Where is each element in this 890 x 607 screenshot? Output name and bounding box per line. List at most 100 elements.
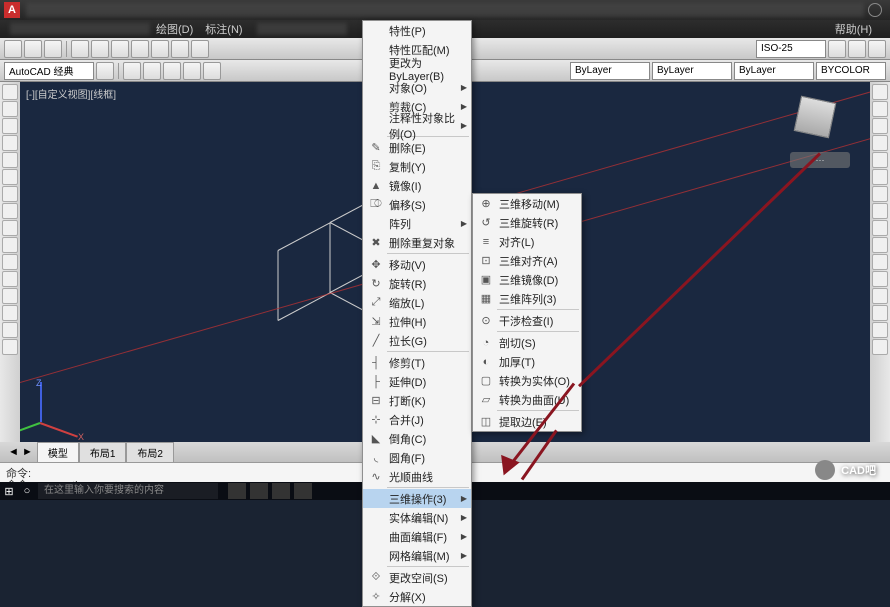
menu-item[interactable]: ⎘复制(Y) [363,157,471,176]
submenu-item[interactable]: ⊙干涉检查(I) [473,311,581,330]
tool-btn[interactable] [111,40,129,58]
submenu-item[interactable]: ◔剖切(S) [473,333,581,352]
menu-item[interactable]: ⟐更改空间(S) [363,568,471,587]
menu-item[interactable]: 更改为 ByLayer(B) [363,59,471,78]
tool-icon[interactable] [872,220,888,236]
tool-icon[interactable] [872,152,888,168]
tool-btn[interactable] [191,40,209,58]
tab-layout2[interactable]: 布局2 [126,442,174,462]
tool-icon[interactable] [2,220,18,236]
tool-icon[interactable] [2,271,18,287]
menu-item[interactable]: ⇲拉伸(H) [363,312,471,331]
submenu-item[interactable]: ◫提取边(E) [473,412,581,431]
polyline-tool-icon[interactable] [2,101,18,117]
circle-tool-icon[interactable] [2,118,18,134]
tool-icon[interactable] [872,135,888,151]
submenu-item[interactable]: ↺三维旋转(R) [473,213,581,232]
tool-icon[interactable] [2,186,18,202]
tool-icon[interactable] [872,254,888,270]
submenu-item[interactable]: ⊕三维移动(M) [473,194,581,213]
menu-item[interactable]: 三维操作(3)▶ [363,489,471,508]
tool-icon[interactable] [2,288,18,304]
menu-help[interactable]: 帮助(H) [829,21,878,37]
menu-item[interactable]: 曲面编辑(F)▶ [363,527,471,546]
submenu-item[interactable]: ▣三维镜像(D) [473,270,581,289]
line-tool-icon[interactable] [2,84,18,100]
menu-item[interactable]: ✎删除(E) [363,138,471,157]
tab-arrows[interactable]: ◄ ► [4,446,37,458]
color-selector[interactable]: ByLayer [570,62,650,80]
menu-item[interactable]: ╱拉长(G) [363,331,471,350]
tool-icon[interactable] [2,305,18,321]
dimstyle-selector[interactable]: ISO-25 [756,40,826,58]
tool-btn[interactable] [131,40,149,58]
tool-icon[interactable] [872,237,888,253]
tool-btn[interactable] [868,40,886,58]
tab-layout1[interactable]: 布局1 [79,442,127,462]
menu-item[interactable]: ✧分解(X) [363,587,471,606]
viewcube[interactable] [790,92,840,142]
menu-item[interactable]: 阵列▶ [363,214,471,233]
tool-icon[interactable] [872,101,888,117]
submenu-item[interactable]: ▢转换为实体(O) [473,371,581,390]
arc-tool-icon[interactable] [2,135,18,151]
taskbar-app-icon[interactable] [272,483,290,499]
tool-icon[interactable] [2,254,18,270]
tool-btn[interactable] [143,62,161,80]
taskbar-app-icon[interactable] [228,483,246,499]
tool-icon[interactable] [2,339,18,355]
submenu-item[interactable]: ◐加厚(T) [473,352,581,371]
menu-item[interactable]: ⤢缩放(L) [363,293,471,312]
nav-wheel[interactable]: ··· [790,152,850,168]
menu-item[interactable]: 注释性对象比例(O)▶ [363,116,471,135]
menu-item[interactable]: ⎄偏移(S) [363,195,471,214]
tool-icon[interactable] [872,271,888,287]
menu-item[interactable]: ⊹合并(J) [363,410,471,429]
submenu-item[interactable]: ▦三维阵列(3) [473,289,581,308]
submenu-item[interactable]: ⊡三维对齐(A) [473,251,581,270]
tool-btn[interactable] [4,40,22,58]
menu-item[interactable]: ◟圆角(F) [363,448,471,467]
tool-icon[interactable] [872,84,888,100]
tool-btn[interactable] [151,40,169,58]
submenu-item[interactable]: ▱转换为曲面(U) [473,390,581,409]
menu-item[interactable]: 对象(O)▶ [363,78,471,97]
tool-icon[interactable] [872,169,888,185]
menu-item[interactable]: ✥移动(V) [363,255,471,274]
taskbar-app-icon[interactable] [250,483,268,499]
workspace-selector[interactable]: AutoCAD 经典 [4,62,94,80]
gear-icon[interactable] [868,3,882,17]
tool-icon[interactable] [872,339,888,355]
tool-btn[interactable] [171,40,189,58]
submenu-item[interactable]: ≡对齐(L) [473,232,581,251]
menu-item[interactable]: 实体编辑(N)▶ [363,508,471,527]
menu-item[interactable]: ↻旋转(R) [363,274,471,293]
linetype-selector[interactable]: ByLayer [652,62,732,80]
menu-item[interactable]: ├延伸(D) [363,372,471,391]
tool-icon[interactable] [2,322,18,338]
menu-draw[interactable]: 绘图(D) [150,21,199,37]
menu-dimension[interactable]: 标注(N) [199,21,248,37]
plotstyle-selector[interactable]: BYCOLOR [816,62,886,80]
tool-btn[interactable] [123,62,141,80]
menu-item[interactable]: ◣倒角(C) [363,429,471,448]
tool-icon[interactable] [872,203,888,219]
tool-icon[interactable] [872,186,888,202]
tool-btn[interactable] [203,62,221,80]
tool-btn[interactable] [163,62,181,80]
tool-icon[interactable] [872,305,888,321]
start-button[interactable]: ⊞ [0,482,18,500]
lineweight-selector[interactable]: ByLayer [734,62,814,80]
rect-tool-icon[interactable] [2,152,18,168]
tool-icon[interactable] [2,203,18,219]
menu-item[interactable]: ▲镜像(I) [363,176,471,195]
tool-btn[interactable] [848,40,866,58]
tool-btn[interactable] [44,40,62,58]
tool-icon[interactable] [2,237,18,253]
tool-icon[interactable] [872,118,888,134]
menu-item[interactable]: ∿光顺曲线 [363,467,471,486]
menu-item[interactable]: 网格编辑(M)▶ [363,546,471,565]
taskbar-app-icon[interactable] [294,483,312,499]
tool-icon[interactable] [872,322,888,338]
tool-btn[interactable] [71,40,89,58]
